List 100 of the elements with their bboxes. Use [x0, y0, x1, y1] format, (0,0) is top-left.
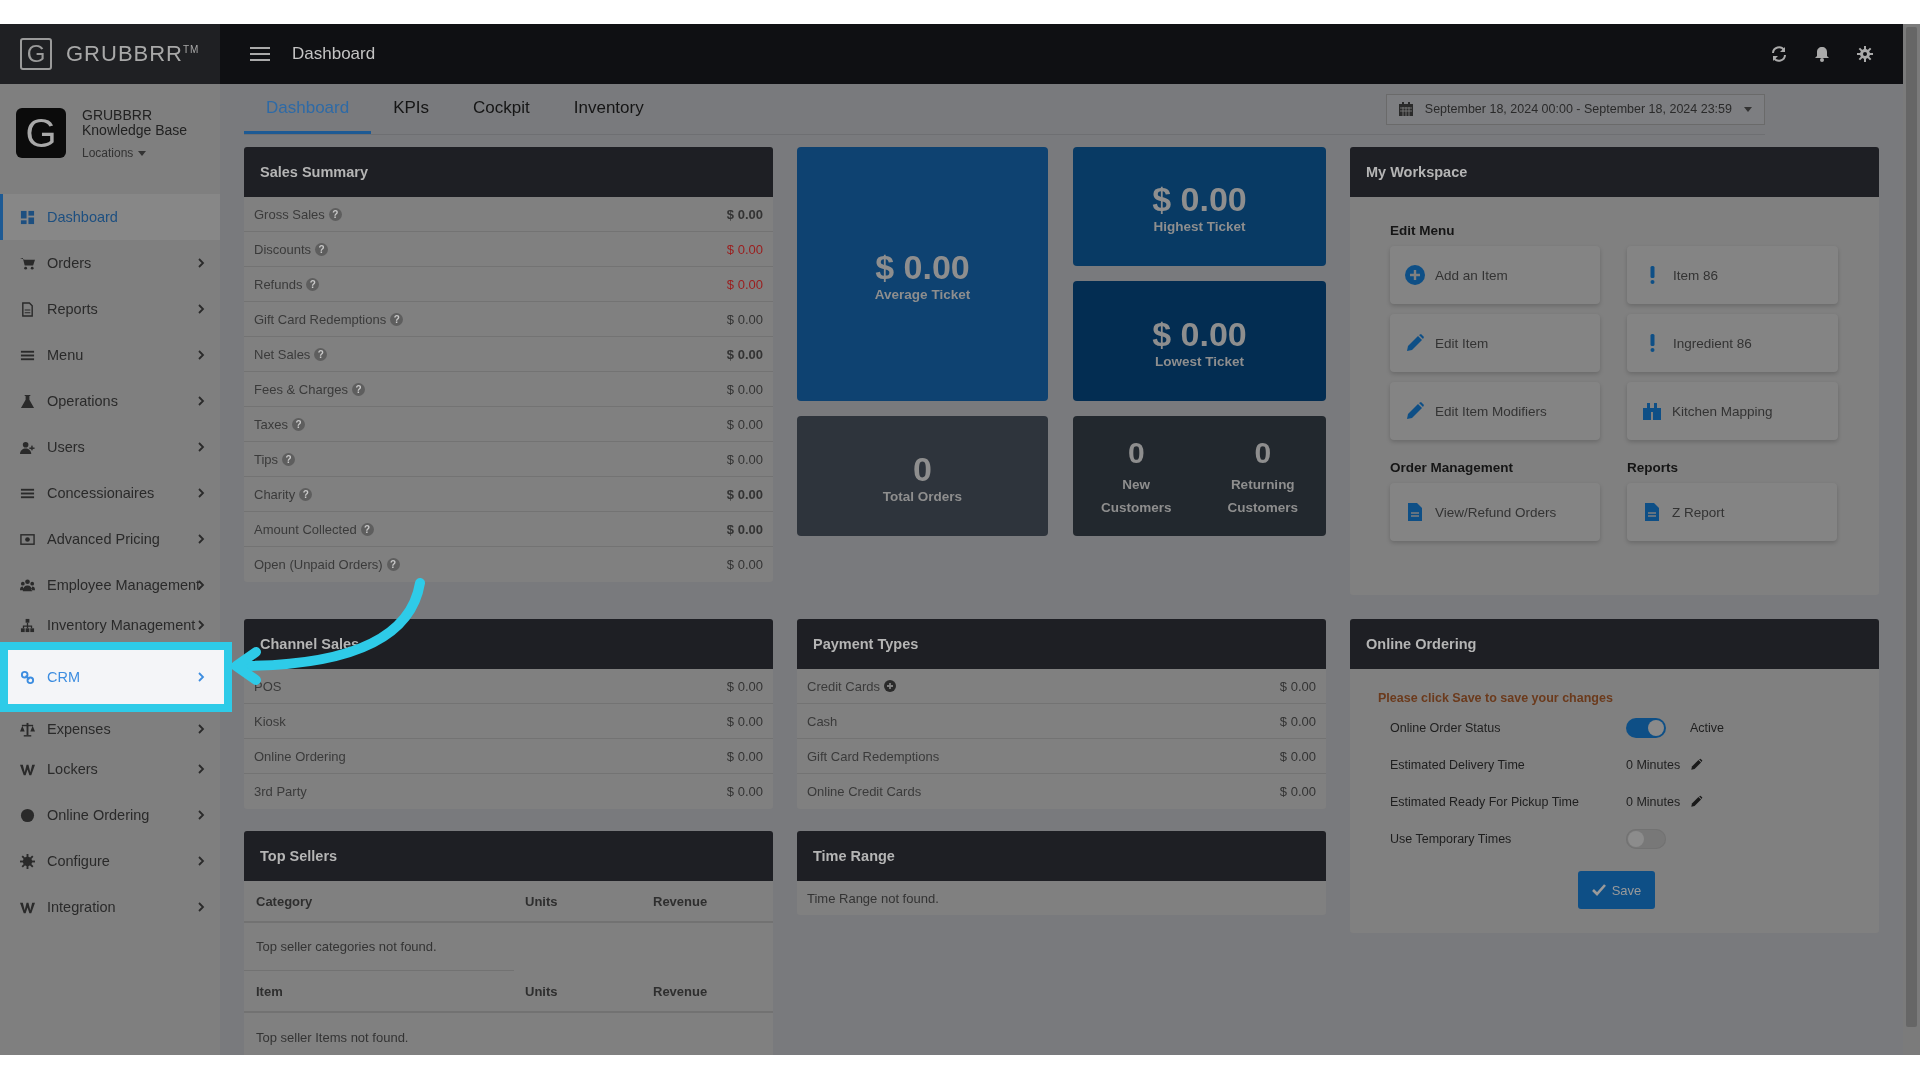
row-label: Net Sales — [254, 346, 311, 362]
exclamation-icon — [1650, 333, 1655, 353]
row-label: Cash — [807, 713, 838, 729]
sidebar-item[interactable]: Employee Management — [0, 562, 220, 608]
panel-title: Sales Summary — [244, 147, 773, 197]
panel-title: Online Ordering — [1350, 619, 1879, 669]
brand-name: GRUBBRR$^{TM}$ — [66, 41, 200, 67]
date-range-picker[interactable]: September 18, 2024 00:00 - September 18, 2024 23:59 — [1385, 93, 1765, 125]
calendar-icon — [1398, 102, 1413, 116]
sidebar-item[interactable]: Configure — [0, 838, 220, 884]
row-value: $ 0.00 — [1279, 713, 1316, 729]
help-icon[interactable]: ? — [315, 242, 329, 256]
toggle-switch[interactable] — [1626, 717, 1666, 738]
help-icon[interactable]: ? — [314, 347, 328, 361]
sidebar-item[interactable]: Expenses — [0, 712, 220, 746]
help-icon[interactable]: ? — [291, 417, 305, 431]
workspace-button[interactable]: Z Report — [1627, 483, 1837, 541]
empty-message: Top seller categories not found. — [244, 923, 514, 971]
locations-dropdown[interactable]: Locations — [82, 146, 202, 160]
row-value: $ 0.00 — [726, 451, 763, 467]
help-icon[interactable]: ? — [328, 207, 342, 221]
tab[interactable]: KPIs — [371, 84, 452, 134]
workspace-button[interactable]: Kitchen Mapping — [1627, 382, 1838, 440]
menu-icon[interactable] — [250, 47, 270, 61]
column-header: Revenue — [653, 893, 709, 909]
row-value: $ 0.00 — [726, 311, 763, 327]
sidebar-item[interactable]: Dashboard — [0, 194, 220, 240]
tab[interactable]: Cockpit — [451, 84, 552, 134]
help-icon[interactable]: ? — [360, 522, 374, 536]
cart-icon — [20, 255, 35, 271]
sidebar-item[interactable]: Users — [0, 424, 220, 470]
sidebar-item[interactable]: Reports — [0, 286, 220, 332]
help-icon[interactable]: ? — [351, 382, 365, 396]
sidebar-item[interactable]: Operations — [0, 378, 220, 424]
kitchen-icon — [1642, 401, 1662, 421]
document-icon — [1642, 502, 1662, 522]
row-value: $ 0.00 — [726, 241, 763, 257]
tab[interactable]: Inventory — [551, 84, 666, 134]
help-icon[interactable]: ? — [282, 452, 296, 466]
workspace-button[interactable]: View/Refund Orders — [1390, 483, 1600, 541]
hierarchy-icon — [20, 617, 35, 633]
row-value: $ 0.00 — [1279, 678, 1316, 694]
row-value: $ 0.00 — [726, 678, 763, 694]
row-value: $ 0.00 — [726, 381, 763, 397]
exclamation-icon — [1650, 265, 1655, 285]
workspace-button[interactable]: Edit Item — [1390, 314, 1600, 372]
row-label: Fees & Charges — [254, 381, 348, 397]
row-value: $ 0.00 — [726, 276, 763, 292]
settings-icon[interactable] — [1857, 46, 1873, 62]
sidebar-item[interactable]: Online Ordering — [0, 792, 220, 838]
caret-icon — [1744, 106, 1752, 112]
tile-label: Highest Ticket — [1153, 219, 1246, 234]
row-value: $ 0.00 — [726, 416, 763, 432]
field-label: Estimated Delivery Time — [1390, 757, 1526, 772]
sidebar-item[interactable]: Integration — [0, 884, 220, 930]
page-title: Dashboard — [292, 44, 376, 64]
row-label: Discounts — [254, 241, 312, 257]
tile-label: New Customers — [1100, 476, 1173, 517]
caret-icon — [138, 150, 147, 156]
row-label: Gift Card Redemptions — [254, 311, 387, 327]
check-icon — [1591, 884, 1606, 896]
workspace-button[interactable]: Ingredient 86 — [1627, 314, 1838, 372]
help-icon[interactable]: ? — [306, 277, 320, 291]
help-icon[interactable]: ? — [299, 487, 313, 501]
sidebar-item[interactable]: Concessionaires — [0, 470, 220, 516]
bell-icon[interactable] — [1814, 46, 1830, 62]
expand-icon[interactable] — [883, 680, 896, 692]
row-label: Kiosk — [254, 713, 286, 729]
tile-value: $ 0.00 — [875, 246, 970, 287]
pencil-icon[interactable] — [1690, 795, 1704, 808]
help-icon[interactable]: ? — [386, 558, 400, 571]
sidebar-item[interactable]: Lockers — [0, 746, 220, 792]
refresh-icon[interactable] — [1771, 46, 1787, 62]
workspace-button[interactable]: Edit Item Modifiers — [1390, 382, 1600, 440]
pencil-icon — [1405, 401, 1425, 421]
sidebar-item[interactable]: Orders — [0, 240, 220, 286]
row-value: $ 0.00 — [1279, 748, 1316, 764]
toggle-switch[interactable] — [1626, 828, 1666, 849]
add-user-icon — [20, 439, 35, 455]
field-value: 0 Minutes — [1626, 757, 1681, 772]
panel-title: Top Sellers — [244, 831, 773, 881]
help-icon[interactable]: ? — [390, 312, 404, 326]
column-header: Category — [256, 893, 314, 909]
row-label: Gross Sales — [254, 206, 325, 222]
empty-message: Time Range not found. — [806, 889, 940, 908]
dashboard-icon — [20, 209, 35, 225]
save-button[interactable]: Save — [1577, 871, 1656, 909]
pencil-icon[interactable] — [1690, 758, 1704, 771]
sidebar-item[interactable]: Inventory Management — [0, 608, 220, 642]
sidebar-item[interactable]: CRM — [0, 642, 232, 712]
row-value: $ 0.00 — [1279, 784, 1316, 799]
sidebar-item[interactable]: Advanced Pricing — [0, 516, 220, 562]
workspace-button[interactable]: Add an Item — [1390, 246, 1600, 304]
row-label: Amount Collected — [254, 521, 357, 537]
column-header: Units — [525, 893, 559, 909]
gear-icon — [20, 853, 35, 869]
banknote-icon — [20, 531, 35, 547]
sidebar-item[interactable]: Menu — [0, 332, 220, 378]
field-value: 0 Minutes — [1626, 794, 1681, 809]
workspace-button[interactable]: Item 86 — [1627, 246, 1838, 304]
